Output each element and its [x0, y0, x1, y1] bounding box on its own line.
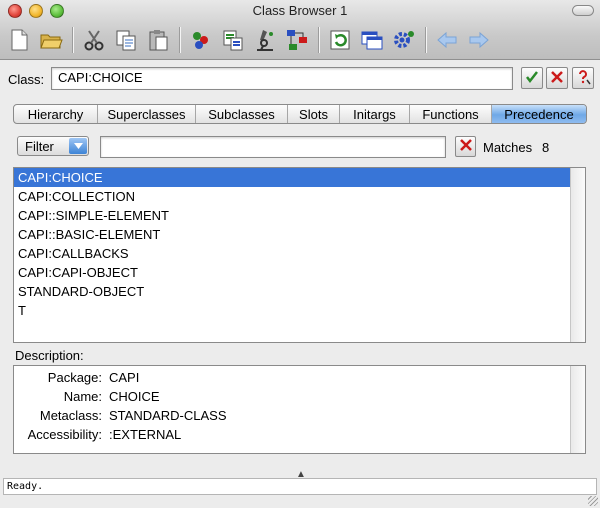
- filter-input[interactable]: [100, 136, 446, 158]
- cancel-button[interactable]: [546, 67, 568, 89]
- list-item[interactable]: CAPI::BASIC-ELEMENT: [14, 225, 571, 244]
- matches-count: 8: [542, 140, 550, 155]
- description-row: Metaclass: STANDARD-CLASS: [18, 406, 578, 425]
- status-bar: Ready.: [3, 478, 597, 495]
- tab-subclasses[interactable]: Subclasses: [196, 105, 288, 123]
- filter-label: Filter: [25, 138, 54, 154]
- inspect-icon[interactable]: [188, 27, 214, 53]
- clear-filter-button[interactable]: [455, 136, 476, 157]
- chevron-down-icon: [69, 138, 87, 154]
- list-item[interactable]: T: [14, 301, 571, 320]
- question-mark-icon: [575, 69, 591, 88]
- toolbar-separator: [425, 27, 426, 53]
- tab-bar: Hierarchy Superclasses Subclasses Slots …: [13, 104, 587, 124]
- cross-icon: [459, 138, 473, 155]
- class-label: Class:: [8, 72, 45, 87]
- toolbar: [6, 24, 498, 56]
- class-input[interactable]: CAPI:CHOICE: [51, 67, 513, 90]
- open-folder-icon[interactable]: [38, 27, 64, 53]
- back-arrow-icon[interactable]: [434, 27, 460, 53]
- description-scrollbar[interactable]: [570, 366, 585, 453]
- toolbar-toggle-button[interactable]: [572, 5, 594, 16]
- graph-icon[interactable]: [284, 27, 310, 53]
- description-key: Name:: [63, 389, 102, 404]
- copy-icon[interactable]: [113, 27, 139, 53]
- list-item[interactable]: CAPI:CHOICE: [14, 168, 571, 187]
- new-file-icon[interactable]: [6, 27, 32, 53]
- list-item[interactable]: CAPI:COLLECTION: [14, 187, 571, 206]
- description-row: Package: CAPI: [18, 368, 578, 387]
- matches-label: Matches: [483, 140, 533, 155]
- tab-initargs[interactable]: Initargs: [340, 105, 410, 123]
- description-key: Accessibility:: [27, 427, 102, 442]
- description-row: Accessibility: :EXTERNAL: [18, 425, 578, 444]
- precedence-list: CAPI:CHOICE CAPI:COLLECTION CAPI::SIMPLE…: [13, 167, 586, 343]
- help-button[interactable]: [572, 67, 594, 89]
- windows-icon[interactable]: [359, 27, 385, 53]
- paste-icon[interactable]: [145, 27, 171, 53]
- list-item[interactable]: CAPI::SIMPLE-ELEMENT: [14, 206, 571, 225]
- toolbar-separator: [72, 27, 73, 53]
- window-title: Class Browser 1: [252, 3, 348, 18]
- class-browser-window: Class Browser 1 Class: CAPI:CHOICE Hiera…: [0, 0, 600, 508]
- toolbar-separator: [318, 27, 319, 53]
- tab-superclasses[interactable]: Superclasses: [98, 105, 196, 123]
- description-value: :EXTERNAL: [109, 427, 182, 442]
- cross-icon: [550, 70, 564, 87]
- documents-icon[interactable]: [220, 27, 246, 53]
- toolbar-separator: [179, 27, 180, 53]
- tab-hierarchy[interactable]: Hierarchy: [14, 105, 98, 123]
- description-row: Name: CHOICE: [18, 387, 578, 406]
- title-bar: Class Browser 1: [0, 0, 600, 60]
- microscope-icon[interactable]: [252, 27, 278, 53]
- list-scrollbar[interactable]: [570, 168, 585, 342]
- tab-slots[interactable]: Slots: [288, 105, 340, 123]
- description-value: STANDARD-CLASS: [109, 408, 227, 423]
- ok-button[interactable]: [521, 67, 543, 89]
- checkmark-icon: [525, 70, 539, 87]
- tab-precedence[interactable]: Precedence: [492, 105, 586, 123]
- list-item[interactable]: STANDARD-OBJECT: [14, 282, 571, 301]
- list-item[interactable]: CAPI:CAPI-OBJECT: [14, 263, 571, 282]
- description-value: CAPI: [109, 370, 140, 385]
- list-item[interactable]: CAPI:CALLBACKS: [14, 244, 571, 263]
- description-key: Metaclass:: [39, 408, 102, 423]
- tab-functions[interactable]: Functions: [410, 105, 492, 123]
- description-panel: Package: CAPI Name: CHOICE Metaclass: ST…: [13, 365, 586, 454]
- description-value: CHOICE: [109, 389, 160, 404]
- description-label: Description:: [15, 348, 84, 363]
- forward-arrow-icon[interactable]: [466, 27, 492, 53]
- settings-gear-icon[interactable]: [391, 27, 417, 53]
- cut-icon[interactable]: [81, 27, 107, 53]
- resize-grip-icon[interactable]: [588, 496, 598, 506]
- filter-dropdown[interactable]: Filter: [17, 136, 89, 156]
- description-key: Package:: [47, 370, 102, 385]
- refresh-icon[interactable]: [327, 27, 353, 53]
